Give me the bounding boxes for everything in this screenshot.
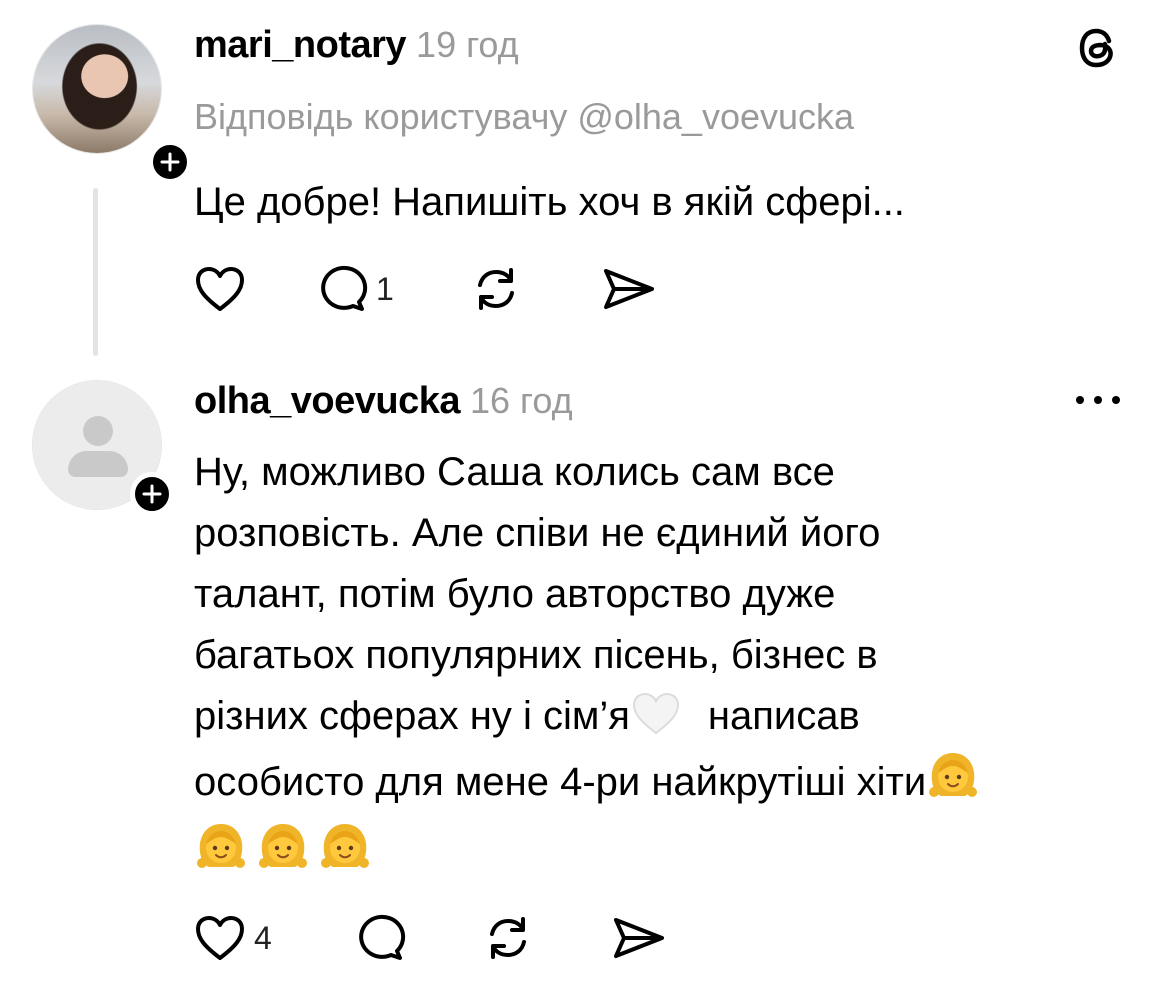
share-icon bbox=[614, 918, 664, 958]
timestamp: 19 год bbox=[416, 24, 519, 65]
post-header: olha_voevucka 16 год bbox=[194, 380, 573, 423]
text-line: Ну, можливо Саша колись сам все bbox=[194, 450, 835, 494]
username[interactable]: olha_voevucka bbox=[194, 380, 460, 422]
reply-to-label[interactable]: Відповідь користувачу @olha_voevucka bbox=[194, 96, 854, 138]
like-button[interactable]: 4 bbox=[194, 914, 272, 962]
repost-icon bbox=[490, 917, 526, 959]
more-icon bbox=[1076, 396, 1120, 404]
share-button[interactable] bbox=[610, 914, 666, 962]
share-button[interactable] bbox=[600, 265, 656, 313]
timestamp: 16 год bbox=[469, 380, 573, 421]
post-header: mari_notary 19 год bbox=[194, 24, 519, 67]
emoji-row bbox=[194, 818, 372, 872]
repost-button[interactable] bbox=[470, 265, 522, 313]
plus-icon bbox=[142, 484, 162, 504]
text-line: багатьох популярних пісень, бізнес в bbox=[194, 633, 878, 677]
comment-count: 1 bbox=[376, 270, 394, 307]
text-line: різних сферах ну і сім’я написав bbox=[194, 686, 980, 747]
repost-icon bbox=[478, 268, 514, 310]
more-options-button[interactable] bbox=[1072, 392, 1124, 408]
girl-emoji bbox=[256, 818, 310, 872]
comment-icon bbox=[321, 265, 368, 311]
post-text: Ну, можливо Саша колись сам все розповіс… bbox=[194, 442, 980, 813]
username[interactable]: mari_notary bbox=[194, 24, 407, 66]
thread-line bbox=[93, 188, 98, 356]
text-segment: особисто для мене 4-ри найкрутіші хіти bbox=[194, 760, 927, 804]
text-line: особисто для мене 4-ри найкрутіші хіти bbox=[194, 747, 980, 813]
comment-button[interactable]: 1 bbox=[318, 265, 394, 313]
follow-plus-button[interactable] bbox=[130, 472, 174, 516]
comment-button[interactable] bbox=[356, 914, 406, 962]
like-button[interactable] bbox=[194, 265, 246, 313]
avatar-photo bbox=[32, 24, 162, 154]
girl-emoji bbox=[926, 747, 980, 801]
text-line: талант, потім було авторство дуже bbox=[194, 572, 836, 616]
comment-icon bbox=[359, 914, 406, 960]
like-count: 4 bbox=[254, 919, 272, 956]
girl-emoji bbox=[318, 818, 372, 872]
text-segment: написав bbox=[707, 694, 860, 738]
plus-icon bbox=[160, 152, 180, 172]
repost-button[interactable] bbox=[482, 914, 534, 962]
follow-plus-button[interactable] bbox=[148, 140, 192, 184]
avatar-mari-notary[interactable] bbox=[32, 24, 192, 184]
text-segment: різних сферах ну і сім’я bbox=[194, 694, 630, 738]
girl-emoji bbox=[194, 818, 248, 872]
text-line: розповість. Але співи не єдиний його bbox=[194, 511, 881, 555]
post-text: Це добре! Напишіть хоч в якій сфері... bbox=[194, 180, 905, 224]
heart-icon bbox=[196, 267, 244, 311]
threads-logo-icon[interactable] bbox=[1076, 24, 1122, 72]
share-icon bbox=[604, 269, 654, 309]
heart-icon bbox=[196, 916, 244, 960]
white-heart-emoji bbox=[630, 691, 682, 735]
avatar-olha-voevucka[interactable] bbox=[32, 380, 174, 516]
